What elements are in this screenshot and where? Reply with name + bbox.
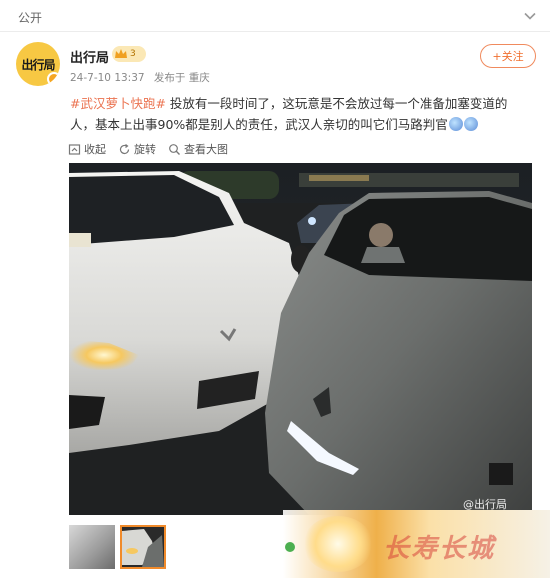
magnify-icon — [169, 143, 180, 155]
post-time: 24-7-10 13:37 — [70, 72, 145, 84]
follow-button[interactable]: +关注 — [480, 44, 536, 68]
verified-badge-icon — [47, 72, 60, 86]
thumbnail-2-selected[interactable] — [120, 525, 166, 569]
post-text: #武汉萝卜快跑# 投放有一段时间了，这玩意是不会放过每一个准备加塞变道的人，基本… — [70, 93, 525, 135]
rotate-button[interactable]: 旋转 — [118, 141, 156, 157]
visibility-label: 公开 — [18, 11, 43, 25]
rotate-label: 旋转 — [134, 143, 156, 156]
view-large-button[interactable]: 查看大图 — [168, 141, 228, 157]
member-badge[interactable]: 3 — [112, 46, 146, 62]
car-photo-illustration — [69, 163, 532, 515]
post-location: 发布于 重庆 — [153, 72, 210, 84]
post-photo[interactable]: @出行局 — [69, 163, 532, 515]
author-name[interactable]: 出行局 — [70, 47, 109, 66]
thumbnail-1[interactable] — [69, 525, 115, 569]
rotate-icon — [119, 143, 130, 154]
thumbnail-preview — [122, 527, 164, 567]
collapse-icon — [68, 143, 81, 155]
weibo-post: 公开 出行局 出行局 3 24-7-10 13:37 发布于 重庆 +关注 #武… — [0, 0, 550, 578]
image-toolbar: 收起 旋转 查看大图 — [68, 141, 228, 157]
overlay-brand-text: 长寿长城 — [383, 534, 496, 564]
light-flare — [303, 516, 373, 572]
chevron-down-icon[interactable] — [522, 8, 538, 24]
collapse-label: 收起 — [84, 143, 106, 156]
post-meta: 24-7-10 13:37 发布于 重庆 — [70, 70, 216, 85]
view-large-label: 查看大图 — [184, 143, 228, 156]
member-level: 3 — [130, 49, 136, 59]
overlay-watermark: 长寿长城 — [283, 510, 550, 578]
green-dot-icon — [285, 542, 295, 552]
emoji-icon — [448, 117, 463, 131]
visibility-bar: 公开 — [0, 0, 550, 32]
hashtag-link[interactable]: #武汉萝卜快跑# — [70, 96, 166, 111]
emoji-icon — [463, 117, 478, 131]
avatar[interactable]: 出行局 — [16, 42, 60, 86]
avatar-logo-text: 出行局 — [21, 57, 55, 72]
collapse-button[interactable]: 收起 — [68, 141, 106, 157]
crown-icon — [115, 49, 127, 58]
